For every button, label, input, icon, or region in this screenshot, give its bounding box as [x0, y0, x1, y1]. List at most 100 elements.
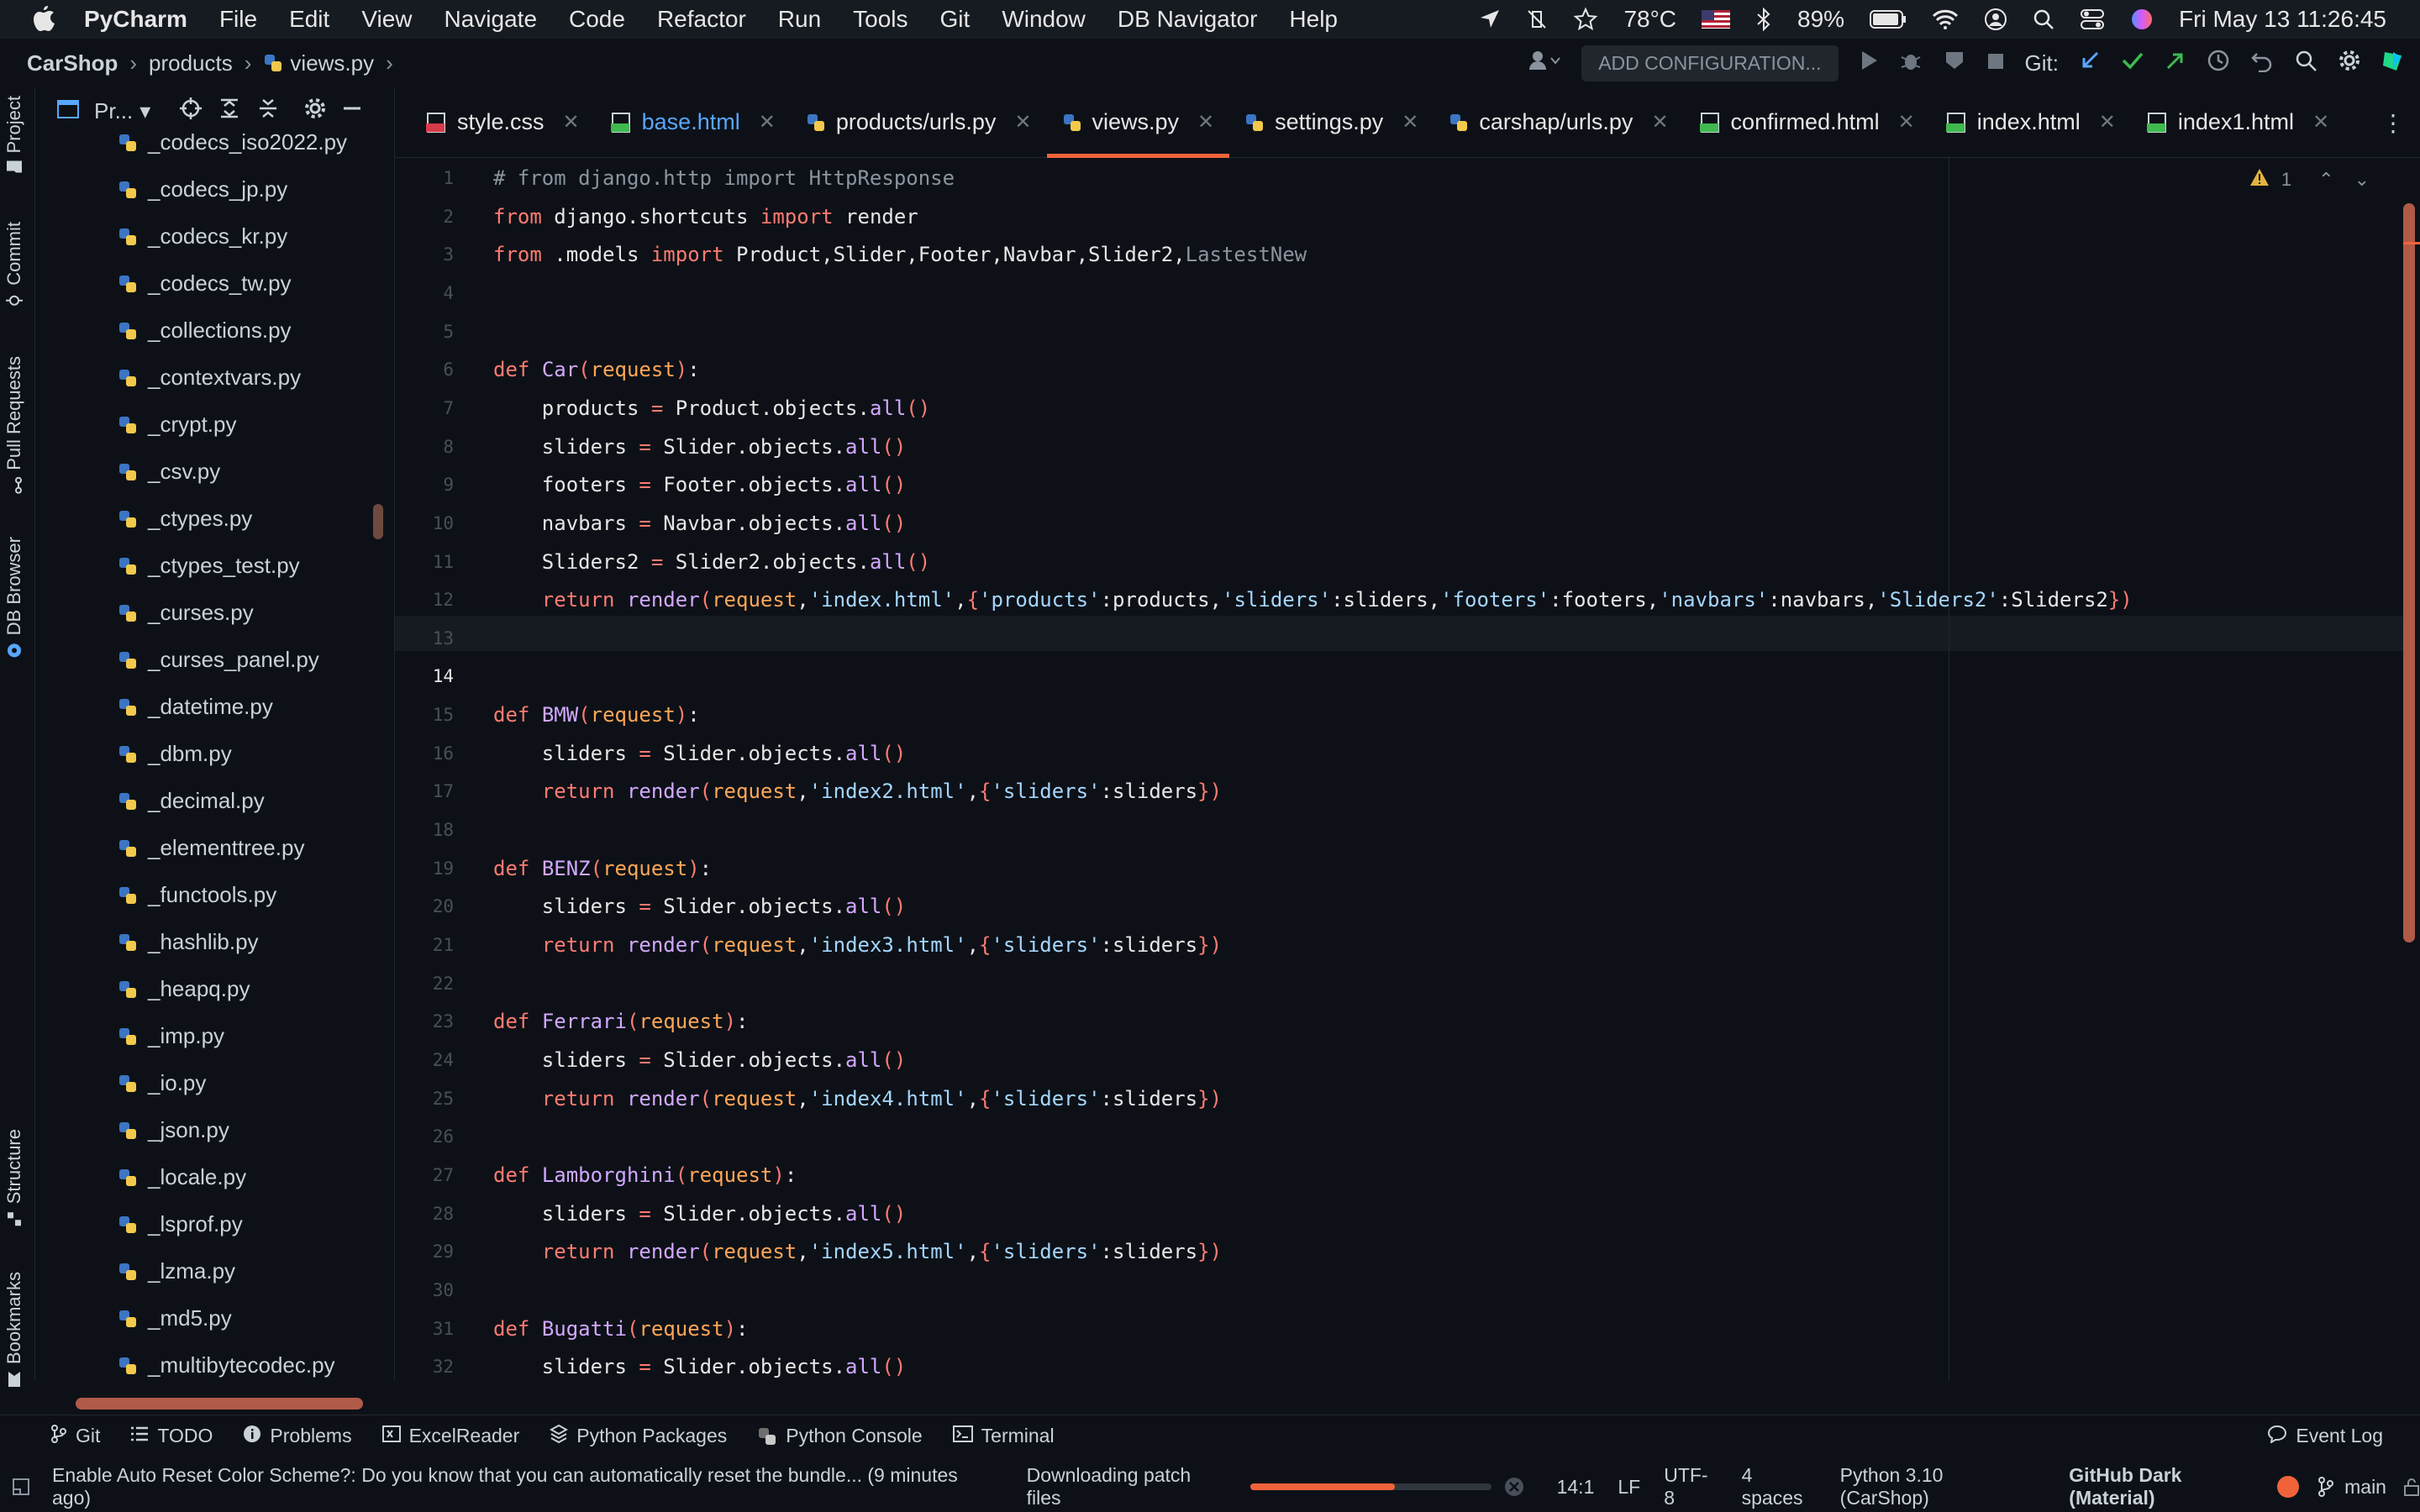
previous-highlight-icon[interactable]: ⌃ — [2318, 169, 2333, 191]
tool-event-log[interactable]: Event Log — [2267, 1425, 2383, 1448]
code-line[interactable]: return render(request,'index.html',{'pro… — [493, 588, 2133, 612]
line-separator[interactable]: LF — [1618, 1476, 1640, 1499]
close-icon[interactable]: ✕ — [1014, 110, 1031, 134]
git-push-icon[interactable] — [2165, 50, 2186, 77]
battery-icon[interactable] — [1870, 10, 1907, 29]
close-icon[interactable]: ✕ — [759, 110, 776, 134]
python-interpreter[interactable]: Python 3.10 (CarShop) — [1840, 1464, 2036, 1509]
tab-style-css[interactable]: style.css ✕ — [410, 87, 595, 158]
tree-file-item[interactable]: _io.py — [118, 1070, 206, 1096]
locate-icon[interactable] — [179, 97, 203, 126]
options-gear-icon[interactable] — [303, 97, 327, 126]
menu-file[interactable]: File — [219, 6, 257, 33]
menu-code[interactable]: Code — [569, 6, 625, 33]
menu-db-navigator[interactable]: DB Navigator — [1118, 6, 1258, 33]
tool-problems[interactable]: Problems — [243, 1425, 352, 1448]
tree-file-item[interactable]: _json.py — [118, 1117, 229, 1143]
error-stripe-marker[interactable] — [2403, 242, 2420, 244]
code-line[interactable]: # from django.http import HttpResponse — [493, 166, 955, 190]
close-icon[interactable]: ✕ — [1651, 110, 1668, 134]
wifi-icon[interactable] — [1932, 9, 1959, 29]
tool-python-packages[interactable]: Python Packages — [550, 1424, 727, 1448]
mute-icon[interactable] — [1526, 8, 1548, 30]
caret-position[interactable]: 14:1 — [1557, 1476, 1595, 1499]
tree-file-item[interactable]: _md5.py — [118, 1305, 232, 1331]
git-branch[interactable]: main — [2344, 1476, 2386, 1499]
code-line[interactable]: return render(request,'index4.html',{'sl… — [493, 1087, 1222, 1110]
window-toggle-icon[interactable] — [12, 1478, 30, 1496]
tree-file-item[interactable]: _heapq.py — [118, 976, 250, 1002]
close-icon[interactable]: ✕ — [2099, 110, 2116, 134]
debug-icon[interactable] — [1899, 49, 1923, 78]
tool-tab-db-browser[interactable]: DB Browser — [3, 537, 25, 659]
tree-file-item[interactable]: _codecs_tw.py — [118, 270, 292, 297]
menu-edit[interactable]: Edit — [289, 6, 329, 33]
tree-file-item[interactable]: _elementtree.py — [118, 835, 304, 861]
tab-settings-py[interactable]: settings.py ✕ — [1229, 87, 1434, 158]
history-icon[interactable] — [2207, 49, 2230, 78]
code-line[interactable]: return render(request,'index3.html',{'sl… — [493, 933, 1222, 957]
flag-icon[interactable] — [1702, 10, 1730, 29]
tree-file-item[interactable]: _ctypes.py — [118, 506, 252, 532]
tree-file-item[interactable]: _collections.py — [118, 318, 292, 344]
tab-base-html[interactable]: base.html ✕ — [595, 87, 791, 158]
app-menu[interactable]: PyCharm — [84, 6, 187, 33]
breadcrumb-project[interactable]: CarShop — [27, 50, 118, 76]
cancel-task-icon[interactable] — [1503, 1476, 1525, 1498]
code-line[interactable]: return render(request,'index5.html',{'sl… — [493, 1240, 1222, 1263]
tool-tab-pull-requests[interactable]: Pull Requests — [3, 356, 25, 494]
tab-products-urls-py[interactable]: products/urls.py ✕ — [791, 87, 1047, 158]
tree-file-item[interactable]: _codecs_iso2022.py — [118, 129, 347, 155]
search-icon[interactable] — [2294, 49, 2317, 78]
tool-excelreader[interactable]: ExcelReader — [381, 1425, 519, 1448]
tool-tab-bookmarks[interactable]: Bookmarks — [3, 1272, 25, 1388]
add-configuration-button[interactable]: ADD CONFIGURATION... — [1581, 45, 1839, 81]
inspection-widget[interactable]: 1 ⌃ ⌄ — [2249, 168, 2370, 192]
tree-file-item[interactable]: _lsprof.py — [118, 1211, 243, 1237]
chevron-down-icon[interactable]: ▾ — [139, 98, 150, 124]
code-line[interactable]: def Bugatti(request): — [493, 1317, 748, 1341]
temperature-text[interactable]: 78°C — [1623, 6, 1676, 33]
tab-confirmed-html[interactable]: confirmed.html ✕ — [1684, 87, 1930, 158]
hide-panel-icon[interactable] — [342, 98, 362, 124]
code-line[interactable]: def BMW(request): — [493, 703, 700, 727]
tree-scrollbar[interactable] — [373, 504, 383, 539]
tree-file-item[interactable]: _codecs_kr.py — [118, 223, 287, 249]
bluetooth-icon[interactable] — [1755, 8, 1772, 31]
tool-python-console[interactable]: Python Console — [757, 1425, 923, 1447]
tool-todo[interactable]: TODO — [130, 1425, 213, 1447]
menu-refactor[interactable]: Refactor — [657, 6, 746, 33]
menu-help[interactable]: Help — [1289, 6, 1338, 33]
code-line[interactable]: def BENZ(request): — [493, 857, 712, 880]
tree-file-item[interactable]: _datetime.py — [118, 694, 273, 720]
tree-file-item[interactable]: _dbm.py — [118, 741, 232, 767]
tree-file-item[interactable]: _ctypes_test.py — [118, 553, 300, 579]
tree-file-item[interactable]: _curses_panel.py — [118, 647, 319, 673]
tree-file-item[interactable]: _csv.py — [118, 459, 220, 485]
menu-tools[interactable]: Tools — [853, 6, 908, 33]
stop-icon[interactable] — [1986, 50, 2005, 76]
indent-setting[interactable]: 4 spaces — [1742, 1464, 1818, 1509]
tree-file-item[interactable]: _multibytecodec.py — [118, 1352, 335, 1378]
menu-window[interactable]: Window — [1002, 6, 1086, 33]
control-center-icon[interactable] — [2080, 8, 2105, 30]
menu-view[interactable]: View — [361, 6, 412, 33]
collapse-all-icon[interactable] — [256, 97, 280, 126]
tool-tab-project[interactable]: Project — [3, 96, 25, 175]
tree-file-item[interactable]: _lzma.py — [118, 1258, 235, 1284]
tree-file-item[interactable]: _locale.py — [118, 1164, 246, 1190]
git-update-icon[interactable] — [2079, 50, 2101, 77]
code-line[interactable]: sliders = Slider.objects.all() — [493, 742, 907, 765]
jetbrains-logo-icon[interactable] — [2381, 49, 2405, 78]
close-icon[interactable]: ✕ — [1402, 110, 1418, 134]
siri-icon[interactable] — [2130, 8, 2154, 31]
tree-file-item[interactable]: _crypt.py — [118, 412, 237, 438]
close-icon[interactable]: ✕ — [1898, 110, 1915, 134]
more-tabs-icon[interactable]: ⋮ — [2381, 109, 2405, 137]
code-line[interactable]: sliders = Slider.objects.all() — [493, 1355, 907, 1378]
status-message[interactable]: Enable Auto Reset Color Scheme?: Do you … — [52, 1464, 992, 1509]
menu-run[interactable]: Run — [778, 6, 821, 33]
code-line[interactable]: sliders = Slider.objects.all() — [493, 1048, 907, 1072]
expand-all-icon[interactable] — [218, 97, 241, 126]
code-editor[interactable]: 1 2 3 4 5 6 7 8 9 10 11 12 13 14 15 16 17 18 19 20 21 22 23 24 2… — [395, 158, 2420, 1381]
